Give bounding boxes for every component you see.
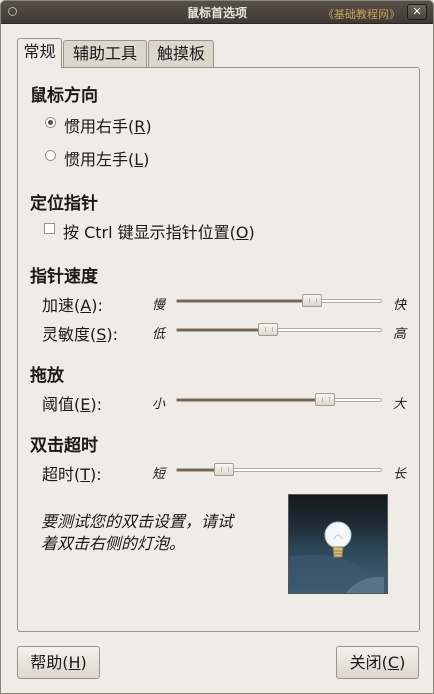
- close-button[interactable]: 关闭(C): [336, 646, 419, 679]
- show-pointer-checkbox[interactable]: [44, 223, 55, 234]
- timeout-min-label: 短: [152, 467, 166, 482]
- sensitivity-min-label: 低: [152, 327, 166, 342]
- lightbulb-test-area[interactable]: [288, 494, 388, 594]
- right-handed-radio[interactable]: [45, 117, 56, 128]
- timeout-slider[interactable]: [176, 463, 382, 476]
- timeout-slider-thumb[interactable]: [214, 463, 234, 476]
- sensitivity-slider-thumb[interactable]: [258, 323, 278, 336]
- orientation-heading: 鼠标方向: [30, 86, 98, 106]
- threshold-label: 阈值(E):: [42, 395, 102, 414]
- double-click-hint: 要测试您的双击设置，请试着双击右侧的灯泡。: [41, 512, 234, 553]
- sensitivity-label: 灵敏度(S):: [42, 325, 119, 344]
- double-click-heading: 双击超时: [30, 436, 98, 456]
- left-handed-radio[interactable]: [45, 150, 56, 161]
- tab-touchpad[interactable]: 触摸板: [148, 40, 214, 67]
- mouse-preferences-window: 鼠标首选项 《基础教程网》 ✕ 常规 辅助工具 触摸板 鼠标方向 惯用右手(R)…: [0, 0, 434, 694]
- show-pointer-label[interactable]: 按 Ctrl 键显示指针位置(O): [63, 219, 255, 243]
- locate-heading: 定位指针: [30, 194, 98, 214]
- acceleration-max-label: 快: [393, 298, 407, 313]
- acceleration-slider-thumb[interactable]: [302, 294, 322, 307]
- sensitivity-max-label: 高: [393, 327, 407, 342]
- timeout-max-label: 长: [393, 467, 407, 482]
- drag-heading: 拖放: [30, 366, 64, 386]
- threshold-slider-thumb[interactable]: [315, 393, 335, 406]
- threshold-min-label: 小: [152, 397, 166, 412]
- tab-accessibility[interactable]: 辅助工具: [63, 40, 147, 67]
- acceleration-slider[interactable]: [176, 294, 382, 307]
- timeout-label: 超时(T):: [42, 465, 102, 484]
- speed-heading: 指针速度: [30, 267, 98, 287]
- right-handed-label[interactable]: 惯用右手(R): [64, 113, 152, 137]
- lightbulb-icon: [289, 521, 387, 593]
- help-button[interactable]: 帮助(H): [17, 646, 100, 679]
- left-handed-label[interactable]: 惯用左手(L): [64, 146, 149, 170]
- sensitivity-slider[interactable]: [176, 323, 382, 336]
- watermark-text: 《基础教程网》: [323, 8, 400, 21]
- acceleration-label: 加速(A):: [42, 296, 103, 315]
- acceleration-min-label: 慢: [152, 298, 166, 313]
- tab-general[interactable]: 常规: [17, 38, 62, 68]
- threshold-max-label: 大: [393, 397, 407, 412]
- close-icon[interactable]: ✕: [407, 4, 427, 20]
- threshold-slider[interactable]: [176, 393, 382, 406]
- title-bar: 鼠标首选项 《基础教程网》 ✕: [1, 1, 433, 24]
